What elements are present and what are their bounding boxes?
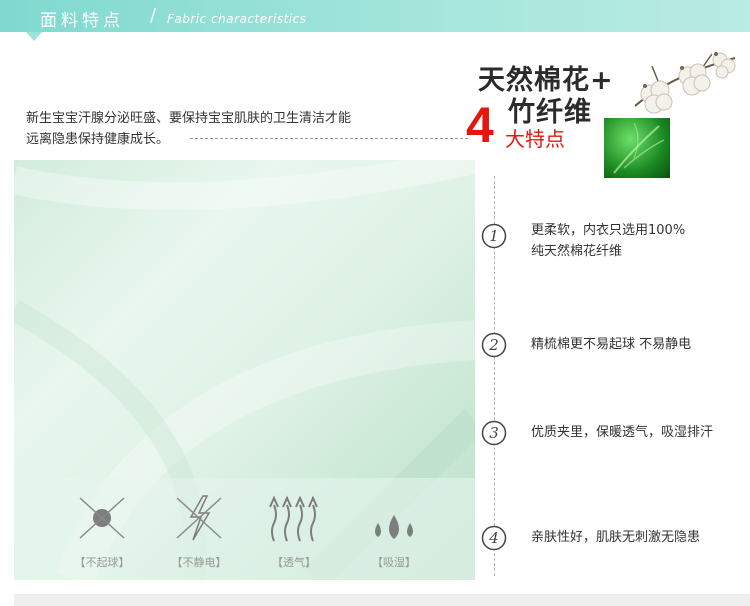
bamboo-image <box>604 118 670 178</box>
feature-4-line1: 亲肤性好，肌肤无刺激无隐患 <box>531 530 701 545</box>
feature-3-line1: 优质夹里，保暖透气，吸湿排汗 <box>531 425 714 440</box>
pilling-icon <box>79 497 125 539</box>
feature-number-3: 3 <box>481 420 507 446</box>
bamboo-leaf-icon <box>613 122 665 174</box>
intro-text-line2: 远离隐患保持健康成长。 <box>26 132 170 147</box>
big-number: 4 <box>466 97 494 153</box>
feature-number-1: 1 <box>481 223 507 249</box>
fabric-photo: 【不起球】 【不静电】 【透气】 【吸湿】 <box>14 160 475 580</box>
feature-number-4: 4 <box>481 525 507 551</box>
breathable-label: 【透气】 <box>272 556 316 569</box>
intro-text-line1: 新生宝宝汗腺分泌旺盛、要保持宝宝肌肤的卫生清洁才能 <box>26 111 352 126</box>
number-text: 大特点 <box>505 127 565 151</box>
banner-notch <box>26 32 42 41</box>
header-banner: 面料特点 / Fabric characteristics <box>0 0 750 32</box>
feature-2: 精梳棉更不易起球 不易静电 <box>531 334 691 355</box>
feature-1-line2: 纯天然棉花纤维 <box>531 244 623 259</box>
intro-divider <box>190 138 468 139</box>
banner-subtitle: Fabric characteristics <box>167 12 307 26</box>
banner-title: 面料特点 <box>40 11 124 31</box>
feature-1: 更柔软，内衣只选用100% 纯天然棉花纤维 <box>531 220 685 262</box>
bottom-bar <box>14 594 750 606</box>
feature-number-2: 2 <box>481 332 507 358</box>
feature-number-2-text: 2 <box>488 336 499 354</box>
static-label: 【不静电】 <box>171 556 227 569</box>
feature-number-1-text: 1 <box>489 227 499 245</box>
feature-3: 优质夹里，保暖透气，吸湿排汗 <box>531 422 713 443</box>
feature-number-3-text: 3 <box>489 424 499 442</box>
breathable-icon <box>269 495 318 542</box>
feature-4: 亲肤性好，肌肤无刺激无隐患 <box>531 527 700 548</box>
banner-separator: / <box>150 5 157 26</box>
feature-2-line1: 精梳棉更不易起球 不易静电 <box>531 337 692 352</box>
cotton-image <box>634 52 736 114</box>
pilling-label: 【不起球】 <box>74 556 130 569</box>
moisture-label: 【吸湿】 <box>372 556 416 569</box>
feature-1-line1: 更柔软，内衣只选用100% <box>531 223 686 238</box>
moisture-icon <box>375 515 413 539</box>
feature-number-4-text: 4 <box>488 529 499 547</box>
static-icon <box>176 495 222 541</box>
